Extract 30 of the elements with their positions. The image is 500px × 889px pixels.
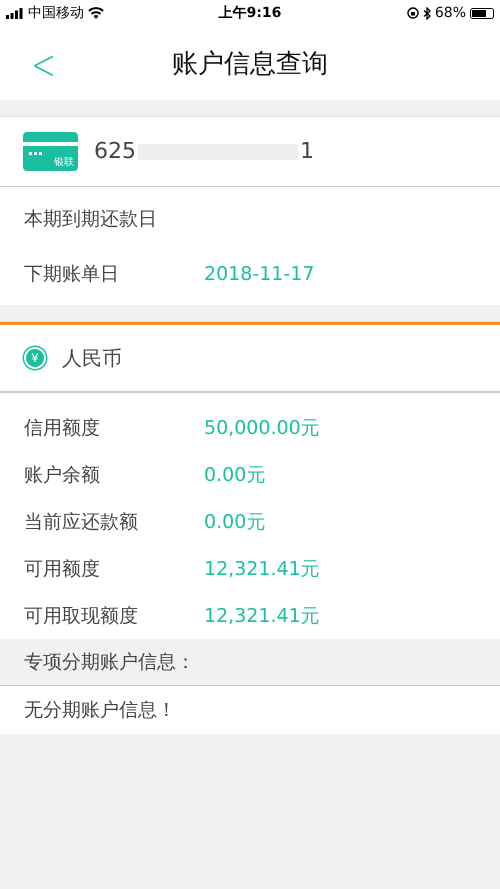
field-label: 可用取现额度 [24, 604, 139, 628]
status-time: 上午9:16 [218, 4, 282, 22]
field-value: 0.00元 [204, 462, 266, 488]
battery-icon [470, 8, 494, 18]
card-number: 1 [300, 139, 314, 164]
bluetooth-icon [422, 6, 431, 20]
signal-icon [6, 8, 24, 18]
card-number: 625 [94, 139, 136, 164]
field-value: 0.00元 [204, 510, 266, 534]
wifi-icon [88, 7, 104, 19]
page-title: 账户信息查询 [172, 48, 328, 80]
info-message: 无分期账户信息！ [24, 698, 176, 723]
field-value: 2018-11-17 [204, 262, 314, 284]
field-value: 12,321.41元 [204, 556, 320, 582]
carrier-name: 中国移动 [28, 4, 84, 22]
currency-name: 人民币 [62, 344, 122, 372]
section-header: 专项分期账户信息： [24, 650, 195, 675]
field-label: 下期账单日 [24, 262, 120, 286]
battery-percent: 68% [434, 5, 466, 21]
field-value: 50,000.00元 [204, 416, 320, 440]
field-label: 本期到期还款日 [24, 206, 158, 232]
back-button[interactable]: < [28, 40, 59, 89]
field-label: 信用额度 [24, 416, 101, 440]
field-value: 12,321.41元 [204, 604, 320, 628]
field-label: 可用额度 [24, 556, 101, 582]
card-icon: 银联 [23, 132, 78, 171]
field-label: 账户余额 [24, 462, 101, 488]
yen-icon: ¥ [26, 349, 44, 367]
field-label: 当前应还款额 [24, 510, 139, 534]
rotation-lock-icon [406, 7, 419, 19]
